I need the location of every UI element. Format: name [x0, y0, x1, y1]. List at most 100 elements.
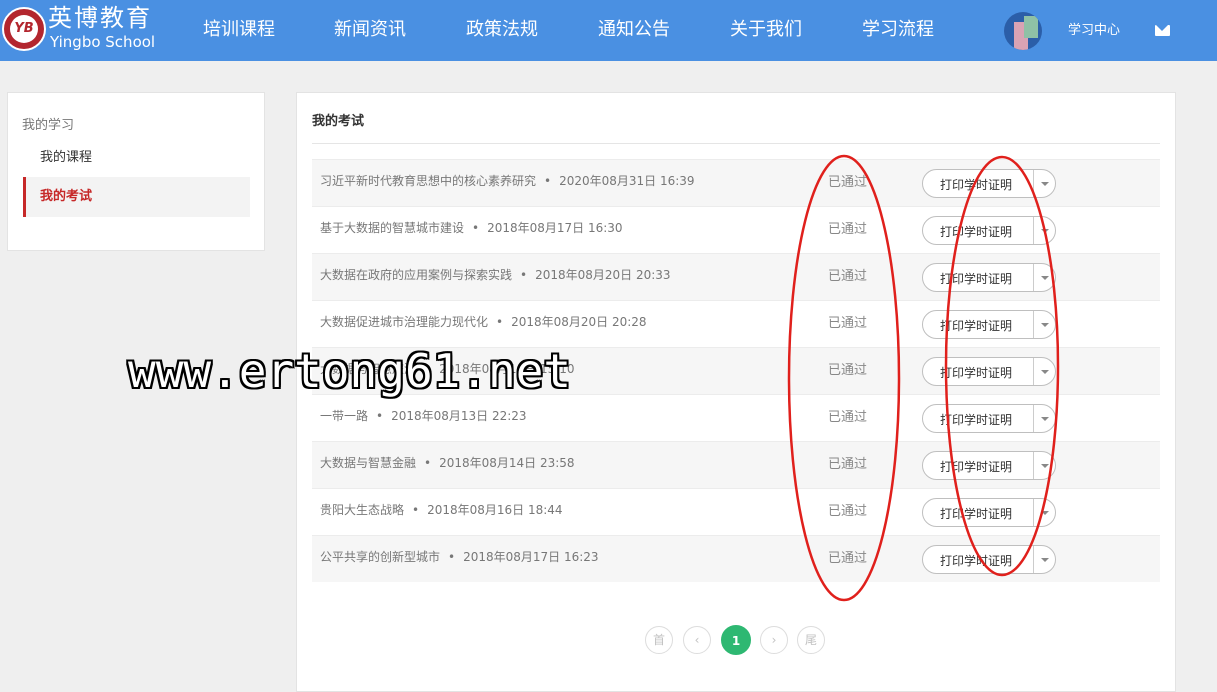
print-certificate-label: 打印学时证明: [940, 554, 1013, 568]
exam-time: 2018年08月14日 23:58: [439, 456, 575, 470]
exam-status: 已通过: [828, 363, 868, 378]
separator-dot: •: [412, 503, 420, 517]
exam-row: 公平共享的创新型城市 • 2018年08月17日 16:23 已通过 打印学时证明: [312, 535, 1160, 582]
exam-row: 习近平新时代教育思想中的核心素养研究 • 2020年08月31日 16:39 已通过 打…: [312, 159, 1160, 206]
separator-dot: •: [544, 174, 552, 188]
print-certificate-label: 打印学时证明: [940, 507, 1013, 521]
nav-notices[interactable]: 通知公告: [598, 18, 670, 42]
mail-icon[interactable]: [1155, 25, 1170, 36]
chevron-down-icon[interactable]: [1041, 276, 1049, 280]
button-divider: [1033, 452, 1034, 479]
exam-status: 已通过: [828, 551, 868, 566]
chevron-down-icon[interactable]: [1041, 417, 1049, 421]
separator-dot: •: [496, 315, 504, 329]
button-divider: [1033, 264, 1034, 291]
print-certificate-button[interactable]: 打印学时证明: [922, 310, 1056, 339]
exam-info: 大数据与智慧金融 • 2018年08月14日 23:58: [320, 454, 575, 471]
nav-policies[interactable]: 政策法规: [466, 18, 538, 42]
separator-dot: •: [376, 409, 384, 423]
exam-time: 2018年08月20日 20:28: [511, 315, 647, 329]
chevron-down-icon[interactable]: [1041, 464, 1049, 468]
exam-info: 公平共享的创新型城市 • 2018年08月17日 16:23: [320, 548, 599, 565]
button-divider: [1033, 546, 1034, 573]
exam-status: 已通过: [828, 269, 868, 284]
user-center-link[interactable]: 学习中心: [1068, 22, 1120, 40]
exam-time: 2020年08月31日 16:39: [559, 174, 695, 188]
separator-dot: •: [448, 550, 456, 564]
logo[interactable]: YB 英博教育 Yingbo School: [0, 4, 170, 58]
sidebar: 我的学习 我的课程 我的考试: [7, 92, 265, 251]
exam-name[interactable]: 贵阳大生态战略: [320, 503, 404, 517]
exam-info: 大数据促进城市治理能力现代化 • 2018年08月20日 20:28: [320, 313, 647, 330]
avatar[interactable]: [1004, 12, 1042, 50]
button-divider: [1033, 405, 1034, 432]
print-certificate-button[interactable]: 打印学时证明: [922, 216, 1056, 245]
sidebar-title: 我的学习: [22, 118, 75, 133]
separator-dot: •: [424, 456, 432, 470]
exam-row: 贵阳大生态战略 • 2018年08月16日 18:44 已通过 打印学时证明: [312, 488, 1160, 535]
exam-time: 2018年08月16日 18:44: [427, 503, 563, 517]
exam-info: 习近平新时代教育思想中的核心素养研究 • 2020年08月31日 16:39: [320, 172, 695, 189]
page-title: 我的考试: [312, 114, 365, 129]
exam-name[interactable]: 一带一路: [320, 409, 368, 423]
print-certificate-button[interactable]: 打印学时证明: [922, 357, 1056, 386]
sidebar-item-my-exams[interactable]: 我的考试: [23, 177, 250, 217]
print-certificate-button[interactable]: 打印学时证明: [922, 451, 1056, 480]
title-divider: [312, 143, 1160, 144]
exam-info: 贵阳大生态战略 • 2018年08月16日 18:44: [320, 501, 563, 518]
exam-name[interactable]: 习近平新时代教育思想中的核心素养研究: [320, 174, 536, 188]
logo-mark: YB: [10, 15, 38, 43]
exam-status: 已通过: [828, 410, 868, 425]
exam-info: 大数据在政府的应用案例与探索实践 • 2018年08月20日 20:33: [320, 266, 671, 283]
exam-status: 已通过: [828, 457, 868, 472]
exam-status: 已通过: [828, 316, 868, 331]
exam-time: 2018年08月17日 16:30: [487, 221, 623, 235]
exam-status: 已通过: [828, 175, 868, 190]
page-prev-button[interactable]: ‹: [683, 626, 711, 654]
exam-info: 基于大数据的智慧城市建设 • 2018年08月17日 16:30: [320, 219, 623, 236]
chevron-down-icon[interactable]: [1041, 511, 1049, 515]
nav-training-courses[interactable]: 培训课程: [203, 18, 275, 42]
print-certificate-label: 打印学时证明: [940, 272, 1013, 286]
chevron-down-icon[interactable]: [1041, 370, 1049, 374]
chevron-down-icon[interactable]: [1041, 182, 1049, 186]
exam-name[interactable]: 大数据促进城市治理能力现代化: [320, 315, 488, 329]
button-divider: [1033, 170, 1034, 197]
exam-row: 一带一路 • 2018年08月13日 22:23 已通过 打印学时证明: [312, 394, 1160, 441]
exam-row: 大数据促进城市治理能力现代化 • 2018年08月20日 20:28 已通过 打印学时证…: [312, 300, 1160, 347]
print-certificate-button[interactable]: 打印学时证明: [922, 404, 1056, 433]
nav-news[interactable]: 新闻资讯: [334, 18, 406, 42]
button-divider: [1033, 217, 1034, 244]
separator-dot: •: [520, 268, 528, 282]
print-certificate-button[interactable]: 打印学时证明: [922, 498, 1056, 527]
pagination: 首 ‹ 1 › 尾: [645, 625, 845, 656]
page-1-button[interactable]: 1: [721, 625, 751, 655]
exam-row: 基于大数据的智慧城市建设 • 2018年08月17日 16:30 已通过 打印学时证明: [312, 206, 1160, 253]
print-certificate-button[interactable]: 打印学时证明: [922, 545, 1056, 574]
exam-row: 大数据在政府的应用案例与探索实践 • 2018年08月20日 20:33 已通过 打印学…: [312, 253, 1160, 300]
sidebar-item-my-courses[interactable]: 我的课程: [23, 138, 250, 178]
exam-name[interactable]: 大数据在政府的应用案例与探索实践: [320, 268, 512, 282]
logo-emblem-icon: YB: [2, 7, 46, 51]
print-certificate-button[interactable]: 打印学时证明: [922, 169, 1056, 198]
nav-study-process[interactable]: 学习流程: [862, 18, 934, 42]
exam-name[interactable]: 大数据与智慧金融: [320, 456, 416, 470]
print-certificate-button[interactable]: 打印学时证明: [922, 263, 1056, 292]
button-divider: [1033, 311, 1034, 338]
logo-english-name: Yingbo School: [50, 33, 156, 51]
page-first-button[interactable]: 首: [645, 626, 673, 654]
chevron-down-icon[interactable]: [1041, 229, 1049, 233]
print-certificate-label: 打印学时证明: [940, 225, 1013, 239]
nav-about-us[interactable]: 关于我们: [730, 18, 802, 42]
exam-name[interactable]: 公平共享的创新型城市: [320, 550, 440, 564]
chevron-down-icon[interactable]: [1041, 323, 1049, 327]
print-certificate-label: 打印学时证明: [940, 460, 1013, 474]
page-last-button[interactable]: 尾: [797, 626, 825, 654]
button-divider: [1033, 499, 1034, 526]
print-certificate-label: 打印学时证明: [940, 178, 1013, 192]
page-next-button[interactable]: ›: [760, 626, 788, 654]
exam-row: 大数据与智慧金融 • 2018年08月14日 23:58 已通过 打印学时证明: [312, 441, 1160, 488]
exam-name[interactable]: 基于大数据的智慧城市建设: [320, 221, 464, 235]
chevron-down-icon[interactable]: [1041, 558, 1049, 562]
exam-time: 2018年08月13日 22:23: [391, 409, 527, 423]
